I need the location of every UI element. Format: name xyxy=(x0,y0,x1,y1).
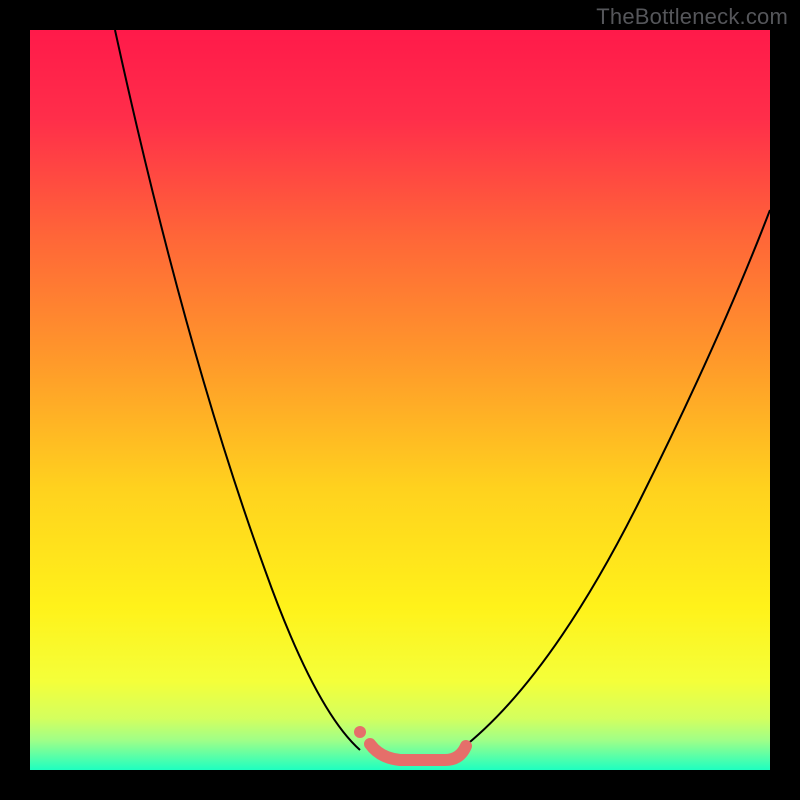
bottleneck-chart-svg xyxy=(30,30,770,770)
highlight-dot xyxy=(354,726,366,738)
watermark-text: TheBottleneck.com xyxy=(596,4,788,30)
plot-area xyxy=(30,30,770,770)
chart-frame: TheBottleneck.com xyxy=(0,0,800,800)
